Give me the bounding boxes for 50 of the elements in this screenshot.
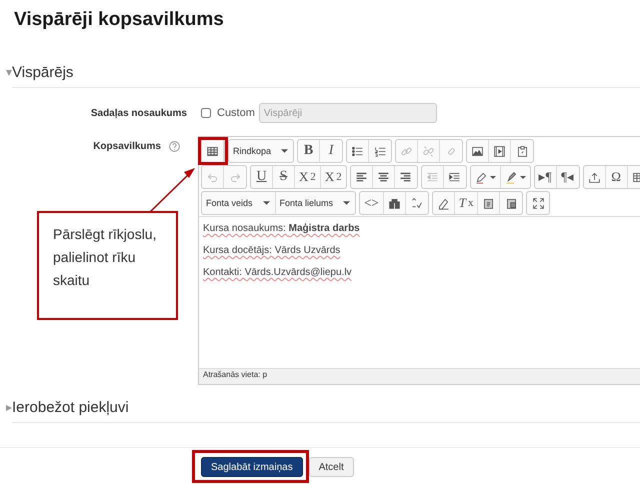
bullet-list-icon	[351, 144, 364, 158]
outdent-icon	[426, 170, 439, 184]
expand-icon[interactable]	[6, 405, 12, 411]
content-paragraph: Kursa nosaukums: Maģistra darbs	[203, 223, 361, 234]
align-center-icon	[376, 170, 390, 184]
page-title: Vispārēji kopsavilkums	[13, 8, 225, 32]
custom-checkbox[interactable]	[201, 108, 211, 118]
toolbar-button[interactable]: ¶◂	[556, 166, 579, 188]
field-label: Sadaļas nosaukums	[90, 108, 188, 118]
clipboard-icon	[516, 144, 529, 158]
upload-icon	[588, 170, 601, 184]
cancel-button[interactable]: Atcelt	[308, 457, 354, 477]
toolbar-button[interactable]: U	[251, 166, 273, 188]
spellcheck-icon	[410, 196, 424, 210]
fullscreen-icon	[532, 196, 545, 210]
toolbar-button[interactable]: I	[320, 140, 342, 162]
align-right-icon	[399, 170, 412, 184]
section-heading[interactable]: Ierobežot piekļuvi	[12, 399, 129, 416]
toolbar-button[interactable]: ▸¶	[534, 166, 557, 188]
callout-text: Pārslēgt rīkjoslu, palielinot rīku skaitu	[53, 225, 158, 290]
save-button[interactable]: Saglabāt izmaiņas	[201, 457, 303, 477]
checkbox-label: Custom	[217, 107, 255, 119]
eraser-icon	[436, 196, 450, 210]
link-icon	[400, 144, 414, 158]
paste-text-icon	[482, 196, 496, 210]
section-heading[interactable]: Vispārējs	[12, 64, 74, 81]
brush-icon	[504, 170, 518, 184]
pen-icon	[474, 170, 488, 184]
numbered-list-icon	[374, 144, 387, 158]
help-icon[interactable]	[169, 141, 180, 152]
toolbar-button[interactable]: S	[273, 166, 295, 188]
binoculars-icon	[388, 196, 401, 210]
grid-icon	[206, 144, 219, 158]
image-icon	[471, 144, 484, 158]
collapse-icon[interactable]	[6, 70, 12, 76]
field-label: Kopsavilkums	[93, 141, 161, 152]
content-paragraph: Kontakti: Vārds.Uzvārds@liepu.lv	[203, 267, 353, 278]
caret-icon	[520, 176, 526, 178]
indent-icon	[448, 170, 462, 184]
content-paragraph: Kursa docētājs: Vārds Uzvārds	[203, 245, 342, 256]
align-left-icon	[354, 170, 368, 184]
film-icon	[493, 144, 506, 158]
editor-content-area[interactable]: Kursa nosaukums: Maģistra darbs Kursa docētājs: Vārds Uzvārds Kontakti: Vārds.Uzvārds@liepu.lv	[199, 217, 640, 368]
editor-status-bar: Atrašanās vieta: p	[199, 368, 640, 384]
caret-icon	[490, 176, 496, 178]
broken-link-icon	[422, 144, 436, 158]
paste-document-icon	[504, 196, 518, 210]
toolbar-button[interactable]: B	[298, 140, 320, 162]
dropdown-select[interactable]: Rindkopa	[229, 140, 294, 162]
caret-icon	[281, 149, 288, 153]
